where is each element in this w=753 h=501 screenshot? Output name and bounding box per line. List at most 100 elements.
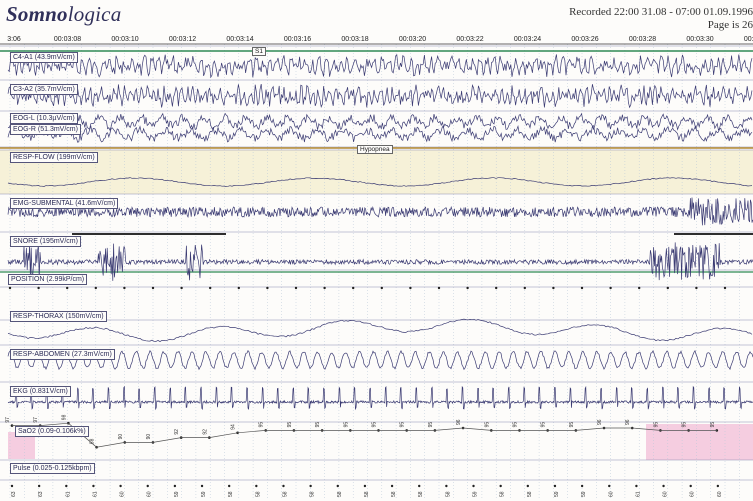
c3a2-trace: [7, 84, 753, 109]
sao2-value: 95: [315, 422, 321, 428]
pulse-point: [146, 484, 149, 488]
pulse-point: [580, 484, 584, 488]
pulse-point: [10, 484, 14, 488]
pulse-point: [282, 484, 285, 488]
position-dot: [209, 286, 212, 290]
pulse-value: 58: [282, 491, 288, 497]
channel-label-eogl[interactable]: EOG-L (10.3µV/cm): [10, 113, 78, 124]
pulse-value: 60: [147, 491, 153, 497]
position-dot: [323, 286, 326, 290]
position-dot: [380, 286, 383, 290]
pulse-value: 60: [608, 491, 614, 497]
sao2-value: 96: [456, 419, 462, 425]
sao2-value: 95: [400, 422, 406, 428]
sao2-value: 95: [259, 422, 265, 428]
sao2-value: 92: [174, 429, 180, 435]
position-dot: [409, 286, 412, 290]
position-dot: [638, 286, 641, 290]
channel-label-thorax[interactable]: RESP-THORAX (150mV/cm): [10, 311, 107, 322]
sao2-value: 96: [625, 419, 631, 425]
channel-label-pulse[interactable]: Pulse (0.025-0.125kbpm): [10, 463, 95, 474]
thorax-trace: [7, 318, 753, 343]
pulse-value: 61: [92, 491, 98, 497]
pulse-point: [608, 484, 611, 488]
hypopnea-event-marker[interactable]: Hypopnea: [357, 145, 393, 154]
sao2-value: 95: [710, 422, 716, 428]
pulse-point: [200, 484, 204, 488]
sao2-value: 95: [287, 422, 293, 428]
pulse-value: 60: [120, 491, 126, 497]
channel-label-position[interactable]: POSITION (2.99kP/cm): [8, 274, 88, 285]
position-dot: [180, 286, 183, 290]
pulse-value: 58: [337, 491, 343, 497]
position-dot: [495, 286, 498, 290]
sao2-value: 95: [512, 422, 518, 428]
position-dot: [609, 286, 612, 290]
position-dot: [466, 286, 469, 290]
polysomnography-viewer: Somnologica Recorded 22:00 31.08 - 07:00…: [0, 0, 753, 501]
pulse-point: [716, 484, 720, 488]
pulse-value: 59: [581, 491, 587, 497]
position-dot: [266, 286, 269, 290]
sao2-value: 95: [372, 422, 378, 428]
position-dot: [437, 286, 441, 290]
pulse-value: 58: [255, 491, 261, 497]
pulse-point: [635, 484, 638, 488]
pulse-value: 58: [500, 491, 506, 497]
pulse-value: 58: [527, 491, 533, 497]
pulse-point: [418, 484, 421, 488]
pulse-point: [553, 484, 557, 488]
eogl-trace: [7, 112, 753, 132]
channel-label-sao2[interactable]: SaO2 (0.09-0.106k%): [15, 426, 89, 437]
sleep-stage-marker[interactable]: S1: [252, 47, 266, 56]
sao2-value: 97: [33, 417, 39, 423]
position-dot: [37, 286, 40, 290]
sao2-value: 95: [541, 422, 547, 428]
pulse-value: 63: [38, 491, 44, 497]
pulse-point: [472, 484, 475, 488]
position-dot: [151, 286, 155, 290]
channel-label-emg[interactable]: EMG-SUBMENTAL (41.6mV/cm): [10, 198, 119, 209]
pulse-value: 60: [717, 491, 723, 497]
position-dot: [123, 286, 126, 290]
pulse-value: 59: [554, 491, 560, 497]
position-dot: [8, 286, 12, 290]
ekg-trace: [7, 385, 753, 411]
channel-label-abdomen[interactable]: RESP-ABDOMEN (27.3mV/cm): [10, 349, 115, 360]
pulse-value: 58: [364, 491, 370, 497]
position-dot: [294, 286, 298, 290]
pulse-point: [445, 484, 448, 488]
pulse-point: [336, 484, 339, 488]
pulse-value: 63: [11, 491, 17, 497]
channel-label-eogr[interactable]: EOG-R (51.3mV/cm): [10, 124, 81, 135]
pulse-value: 59: [473, 491, 479, 497]
pulse-value: 60: [690, 491, 696, 497]
snore-trace: [7, 242, 753, 281]
pulse-point: [92, 484, 95, 488]
pulse-point: [227, 484, 231, 488]
position-dot: [237, 286, 240, 290]
sao2-value: 95: [343, 422, 349, 428]
position-dot: [552, 286, 555, 290]
abdomen-trace: [7, 349, 753, 371]
pulse-point: [689, 484, 692, 488]
pulse-value: 59: [201, 491, 207, 497]
pulse-point: [662, 484, 665, 488]
channel-label-snore[interactable]: SNORE (195mV/cm): [10, 236, 81, 247]
flow-band: [0, 150, 753, 194]
sao2-value: 95: [653, 422, 659, 428]
pulse-point: [119, 484, 122, 488]
position-dot: [523, 286, 526, 290]
sao2-value: 97: [5, 417, 11, 423]
desaturation-band-right: [646, 424, 753, 460]
pulse-point: [37, 484, 41, 488]
signal-canvas[interactable]: 97 97 988890 9092 9294 95 95 95 95 95 95 95 96 95 95 95…: [0, 0, 753, 501]
pulse-point: [526, 484, 530, 488]
channel-label-flow[interactable]: RESP-FLOW (199mV/cm): [10, 152, 98, 163]
sao2-value: 90: [146, 434, 152, 440]
channel-label-c3a2[interactable]: C3-A2 (35.7mV/cm): [10, 84, 78, 95]
channel-label-c4a1[interactable]: C4-A1 (43.9mV/cm): [10, 52, 78, 63]
channel-label-ekg[interactable]: EKG (0.831V/cm): [10, 386, 71, 397]
position-dot: [695, 286, 698, 290]
pulse-point: [255, 484, 258, 488]
